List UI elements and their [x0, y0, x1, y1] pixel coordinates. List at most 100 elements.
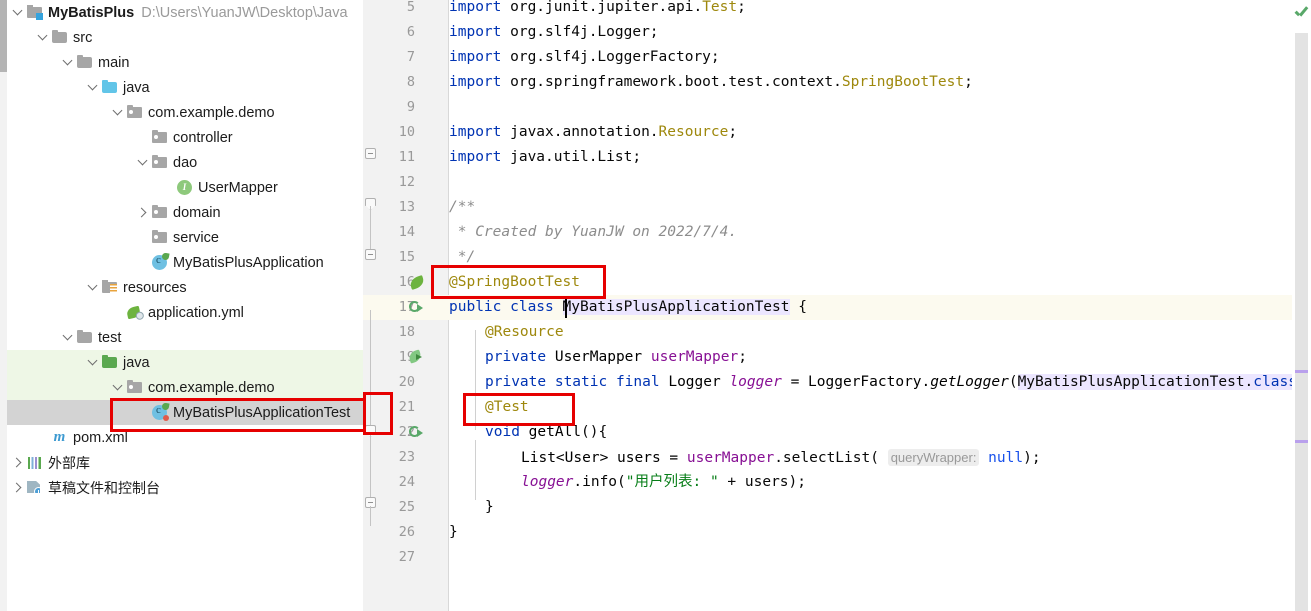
tree-item-controller[interactable]: controller	[0, 125, 363, 150]
token-import: import	[449, 149, 502, 165]
chevron-down-icon[interactable]	[112, 106, 125, 119]
tree-item-mybatisplusapplication[interactable]: MyBatisPlusApplication	[0, 250, 363, 275]
tree-item-com-example-demo[interactable]: com.example.demo	[0, 375, 363, 400]
code-line-13: /**	[449, 199, 476, 215]
tree-item-domain[interactable]: domain	[0, 200, 363, 225]
code-line-20: private static final Logger logger = Log…	[485, 370, 1297, 395]
tree-item-application-yml[interactable]: application.yml	[0, 300, 363, 325]
code-line-26: }	[449, 524, 458, 540]
ide-window: MyBatisPlus D:\Users\YuanJW\Desktop\Java s…	[0, 0, 1311, 611]
chevron-down-icon[interactable]	[62, 331, 75, 344]
interface-icon: I	[176, 179, 193, 196]
chevron-down-icon[interactable]	[87, 356, 100, 369]
tree-item-test[interactable]: test	[0, 325, 363, 350]
token-method: getLogger	[930, 374, 1009, 390]
editor-scrollbar-track[interactable]	[1295, 33, 1308, 611]
spring-bean-injection-icon[interactable]	[409, 350, 425, 364]
tree-item-label: dao	[173, 154, 198, 171]
code-line-7: import org.slf4j.LoggerFactory;	[449, 45, 720, 70]
chevron-right-icon[interactable]	[137, 206, 150, 219]
tree-item-label: controller	[173, 129, 233, 146]
fold-marker-javadoc-end[interactable]	[365, 249, 376, 260]
indent-guide	[475, 440, 476, 500]
editor-right-bar[interactable]	[1292, 0, 1311, 611]
maven-icon: m	[53, 429, 66, 445]
fold-marker-method-start[interactable]	[365, 425, 376, 433]
tree-item-[interactable]: 草稿文件和控制台	[0, 475, 363, 500]
code-line-14: * Created by YuanJW on 2022/7/4.	[449, 224, 738, 240]
resources-folder-icon	[101, 279, 118, 296]
token-import: import	[449, 124, 502, 140]
chevron-down-icon[interactable]	[62, 56, 75, 69]
code-line-5: import org.junit.jupiter.api.Test;	[449, 0, 746, 20]
tree-item-label: src	[73, 29, 93, 46]
folder-icon	[51, 29, 68, 46]
run-test-class-icon[interactable]	[409, 300, 424, 315]
token-semi: ;	[964, 74, 973, 90]
tree-item-usermapper[interactable]: I UserMapper	[0, 175, 363, 200]
editor-text-area[interactable]: import org.junit.jupiter.api.Test; impor…	[363, 0, 1311, 611]
token-end: );	[1023, 450, 1041, 466]
line-number-9: 9	[406, 99, 415, 115]
source-folder-blue-icon	[101, 79, 118, 96]
chevron-down-icon[interactable]	[112, 381, 125, 394]
package-icon	[151, 154, 168, 171]
run-test-method-icon[interactable]	[409, 425, 424, 440]
module-folder-icon	[26, 4, 43, 21]
fold-marker-javadoc-start[interactable]	[365, 198, 376, 206]
code-line-23: List<User> users = userMapper.selectList…	[521, 445, 1041, 470]
token-type: UserMapper	[546, 349, 651, 365]
token-assign: =	[781, 374, 809, 390]
scrollbar-usage-marker-2	[1295, 440, 1308, 443]
scratches-consoles-icon	[26, 479, 43, 496]
tree-item-java[interactable]: java	[0, 350, 363, 375]
token-paren: (	[1008, 374, 1018, 390]
token-field: userMapper	[686, 450, 775, 466]
tree-item-mybatisplus[interactable]: MyBatisPlus D:\Users\YuanJW\Desktop\Java	[0, 0, 363, 25]
line-number-5: 5	[406, 0, 415, 15]
tree-item-label: MyBatisPlusApplicationTest	[173, 404, 351, 421]
inspection-ok-check-icon[interactable]	[1293, 5, 1310, 22]
line-number-7: 7	[406, 49, 415, 65]
package-icon	[151, 229, 168, 246]
project-tool-window[interactable]: MyBatisPlus D:\Users\YuanJW\Desktop\Java s…	[0, 0, 363, 611]
chevron-down-icon[interactable]	[87, 81, 100, 94]
chevron-down-icon[interactable]	[12, 6, 25, 19]
tree-item-main[interactable]: main	[0, 50, 363, 75]
tree-item-dao[interactable]: dao	[0, 150, 363, 175]
token-semi: ;	[737, 0, 746, 15]
tree-item-mybatisplusapplicationtest[interactable]: MyBatisPlusApplicationTest	[0, 400, 363, 425]
tree-item-service[interactable]: service	[0, 225, 363, 250]
fold-line-javadoc	[370, 206, 371, 250]
token-brace: {	[789, 299, 807, 315]
chevron-right-icon[interactable]	[12, 456, 25, 469]
code-editor[interactable]: import org.junit.jupiter.api.Test; impor…	[363, 0, 1311, 611]
project-scrollbar-track[interactable]	[0, 0, 7, 611]
chevron-down-icon[interactable]	[87, 281, 100, 294]
tree-item-pom-xml[interactable]: m pom.xml	[0, 425, 363, 450]
test-source-folder-green-icon	[101, 354, 118, 371]
tree-item-label: 外部库	[48, 455, 90, 472]
tree-item-resources[interactable]: resources	[0, 275, 363, 300]
chevron-down-icon[interactable]	[137, 156, 150, 169]
tree-item-[interactable]: 外部库	[0, 450, 363, 475]
token-import: import	[449, 24, 502, 40]
project-tree[interactable]: MyBatisPlus D:\Users\YuanJW\Desktop\Java s…	[0, 0, 363, 500]
tree-item-com-example-demo[interactable]: com.example.demo	[0, 100, 363, 125]
project-scrollbar-thumb[interactable]	[0, 0, 7, 72]
line-number-12: 12	[398, 174, 415, 190]
token-rest: org.slf4j.LoggerFactory;	[501, 49, 720, 65]
code-line-18-resource: @Resource	[485, 324, 564, 340]
tree-item-java[interactable]: java	[0, 75, 363, 100]
fold-marker-imports[interactable]	[365, 148, 376, 159]
line-number-8: 8	[406, 74, 415, 90]
chevron-right-icon[interactable]	[12, 481, 25, 494]
code-line-21-test: @Test	[485, 399, 529, 415]
tree-item-src[interactable]: src	[0, 25, 363, 50]
token-private: private	[485, 349, 547, 365]
chevron-down-icon[interactable]	[37, 31, 50, 44]
code-line-11: import java.util.List;	[449, 145, 641, 170]
